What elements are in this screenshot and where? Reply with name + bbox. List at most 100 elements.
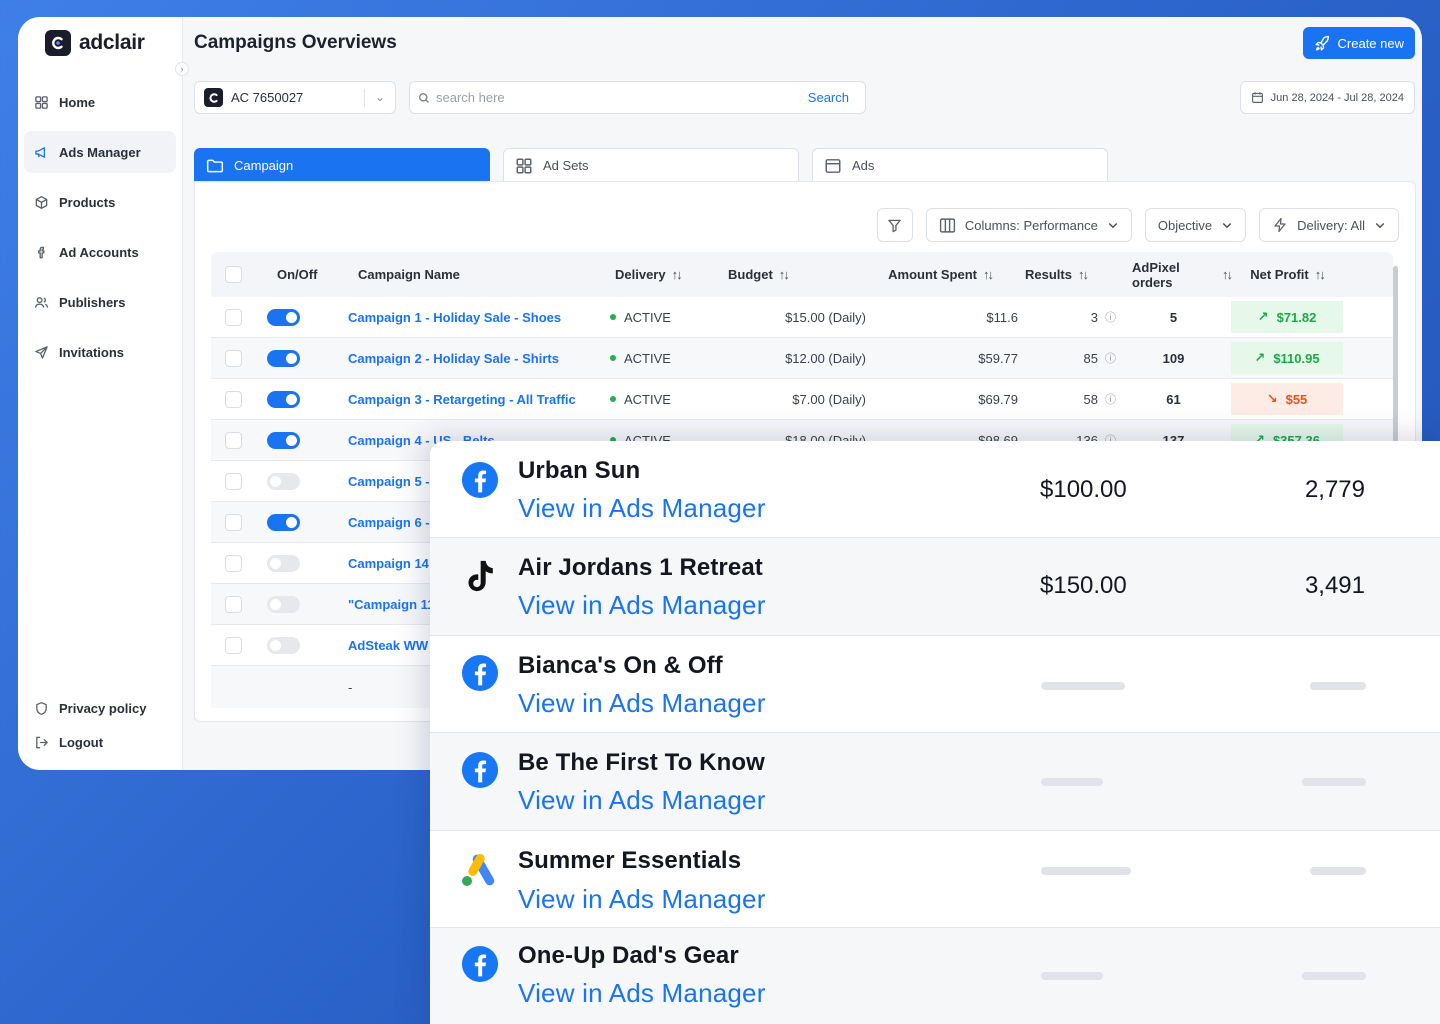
sidebar-item-label: Logout xyxy=(59,734,104,750)
ad-row[interactable]: Urban Sun View in Ads Manager $100.00 2,… xyxy=(430,441,1440,538)
column-header-delivery[interactable]: Delivery ↑↓ xyxy=(610,267,715,282)
row-checkbox[interactable] xyxy=(224,431,242,449)
campaign-name-link[interactable]: Campaign 1 - Holiday Sale - Shoes xyxy=(348,310,561,325)
trend-up-icon: ↗ xyxy=(1257,309,1269,324)
view-in-ads-manager-link[interactable]: View in Ads Manager xyxy=(518,785,766,816)
sidebar-item-invitations[interactable]: Invitations xyxy=(24,331,176,373)
tab-campaign[interactable]: Campaign xyxy=(194,148,490,182)
filter-button[interactable] xyxy=(876,208,913,242)
search-input[interactable] xyxy=(436,90,796,105)
row-checkbox[interactable] xyxy=(224,636,242,654)
objective-dropdown[interactable]: Objective xyxy=(1144,208,1247,242)
ad-row[interactable]: One-Up Dad's Gear View in Ads Manager xyxy=(430,928,1440,1024)
campaign-toggle[interactable] xyxy=(267,513,300,531)
collapse-sidebar-button[interactable]: › xyxy=(175,62,189,76)
campaign-name-link[interactable]: Campaign 14 - xyxy=(348,556,437,571)
column-header-label: Results xyxy=(1025,267,1072,282)
facebook-icon xyxy=(460,460,500,500)
campaign-toggle[interactable] xyxy=(267,308,300,326)
view-in-ads-manager-link[interactable]: View in Ads Manager xyxy=(518,493,766,524)
campaign-name-link[interactable]: AdSteak WW - xyxy=(348,638,436,653)
objective-label: Objective xyxy=(1157,217,1213,233)
row-checkbox[interactable] xyxy=(224,349,242,367)
tab-label: Campaign xyxy=(234,158,294,173)
spent-value: $11.6 xyxy=(986,309,1018,325)
table-row[interactable]: Campaign 3 - Retargeting - All Traffic A… xyxy=(211,379,1393,420)
sidebar-item-label: Publishers xyxy=(59,294,126,310)
campaign-toggle[interactable] xyxy=(267,390,300,408)
view-in-ads-manager-link[interactable]: View in Ads Manager xyxy=(518,884,766,915)
status-dot xyxy=(610,396,616,402)
trend-up-icon: ↗ xyxy=(1254,350,1266,365)
info-icon[interactable]: ⓘ xyxy=(1105,309,1116,325)
logo[interactable]: adclair xyxy=(18,17,182,69)
sidebar-item-privacy-policy[interactable]: Privacy policy xyxy=(24,693,176,723)
sidebar-item-products[interactable]: Products xyxy=(24,181,176,223)
ad-row[interactable]: Air Jordans 1 Retreat View in Ads Manage… xyxy=(430,538,1440,636)
delivery-dropdown[interactable]: Delivery: All xyxy=(1259,208,1399,242)
create-new-button[interactable]: Create new xyxy=(1302,27,1415,59)
column-header-spent[interactable]: Amount Spent ↑↓ xyxy=(866,267,1018,282)
sidebar-item-ad-accounts[interactable]: Ad Accounts xyxy=(24,231,176,273)
sidebar: adclair › Home Ads Manager Products Ad A… xyxy=(18,17,189,770)
date-range-picker[interactable]: Jun 28, 2024 - Jul 28, 2024 xyxy=(1239,81,1415,114)
row-checkbox[interactable] xyxy=(224,308,242,326)
sidebar-item-publishers[interactable]: Publishers xyxy=(24,281,176,323)
campaign-name-link[interactable]: Campaign 3 - Retargeting - All Traffic xyxy=(348,392,576,407)
ad-row[interactable]: Summer Essentials View in Ads Manager xyxy=(430,831,1440,928)
column-header-results[interactable]: Results ↑↓ xyxy=(1018,267,1116,282)
campaign-toggle[interactable] xyxy=(267,349,300,367)
sidebar-item-home[interactable]: Home xyxy=(24,81,176,123)
campaign-name-link[interactable]: "Campaign 11 - xyxy=(348,597,442,612)
loading-placeholder xyxy=(1302,972,1366,980)
sort-icon: ↑↓ xyxy=(1222,267,1233,282)
ads-overlay-card: Urban Sun View in Ads Manager $100.00 2,… xyxy=(430,441,1440,1024)
sidebar-item-logout[interactable]: Logout xyxy=(24,727,176,757)
row-checkbox[interactable] xyxy=(224,595,242,613)
table-row[interactable]: Campaign 2 - Holiday Sale - Shirts ACTIV… xyxy=(211,338,1393,379)
tab-ads[interactable]: Ads xyxy=(812,148,1108,182)
column-header-adpixel[interactable]: AdPixel orders ↑↓ xyxy=(1116,260,1233,290)
account-select[interactable]: AC 7650027 ⌄ xyxy=(194,81,396,114)
columns-dropdown[interactable]: Columns: Performance xyxy=(925,208,1132,242)
campaign-toggle[interactable] xyxy=(267,472,300,490)
sidebar-item-ads-manager[interactable]: Ads Manager xyxy=(24,131,176,173)
tiktok-icon xyxy=(460,557,500,597)
ad-metric-value: 3,491 xyxy=(1304,572,1365,599)
ad-row[interactable]: Bianca's On & Off View in Ads Manager xyxy=(430,636,1440,733)
row-checkbox[interactable] xyxy=(224,390,242,408)
net-profit-value: $110.95 xyxy=(1273,350,1320,366)
grid-icon xyxy=(516,158,532,173)
info-icon[interactable]: ⓘ xyxy=(1105,391,1116,407)
campaign-toggle[interactable] xyxy=(267,554,300,572)
info-icon[interactable]: ⓘ xyxy=(1105,350,1116,366)
column-header-net-profit[interactable]: Net Profit ↑↓ xyxy=(1231,267,1343,282)
campaign-name-link[interactable]: Campaign 2 - Holiday Sale - Shirts xyxy=(348,351,559,366)
view-in-ads-manager-link[interactable]: View in Ads Manager xyxy=(518,688,766,719)
row-checkbox[interactable] xyxy=(224,472,242,490)
tab-ad-sets[interactable]: Ad Sets xyxy=(503,148,799,182)
facebook-icon xyxy=(38,246,45,258)
view-in-ads-manager-link[interactable]: View in Ads Manager xyxy=(518,590,766,621)
loading-placeholder xyxy=(1041,778,1103,786)
ad-metric-value: 2,779 xyxy=(1304,476,1365,503)
campaign-name-link[interactable]: Campaign 6 - U xyxy=(348,515,443,530)
logo-mark-icon xyxy=(45,30,71,56)
view-in-ads-manager-link[interactable]: View in Ads Manager xyxy=(518,978,766,1009)
column-header-budget[interactable]: Budget ↑↓ xyxy=(715,267,866,282)
net-profit-badge: ↗ $71.82 xyxy=(1231,301,1343,333)
filter-icon xyxy=(888,219,902,232)
sort-icon: ↑↓ xyxy=(671,267,683,282)
search-bar: Search xyxy=(409,81,866,114)
campaign-toggle[interactable] xyxy=(267,636,300,654)
facebook-icon xyxy=(460,944,500,984)
row-checkbox[interactable] xyxy=(224,513,242,531)
row-checkbox[interactable] xyxy=(224,554,242,572)
campaign-name-link[interactable]: Campaign 5 - U xyxy=(348,474,443,489)
table-row[interactable]: Campaign 1 - Holiday Sale - Shoes ACTIVE… xyxy=(211,297,1393,338)
campaign-toggle[interactable] xyxy=(267,431,300,449)
search-button[interactable]: Search xyxy=(808,90,849,105)
campaign-toggle[interactable] xyxy=(267,595,300,613)
select-all-checkbox[interactable] xyxy=(224,266,242,283)
ad-row[interactable]: Be The First To Know View in Ads Manager xyxy=(430,733,1440,831)
